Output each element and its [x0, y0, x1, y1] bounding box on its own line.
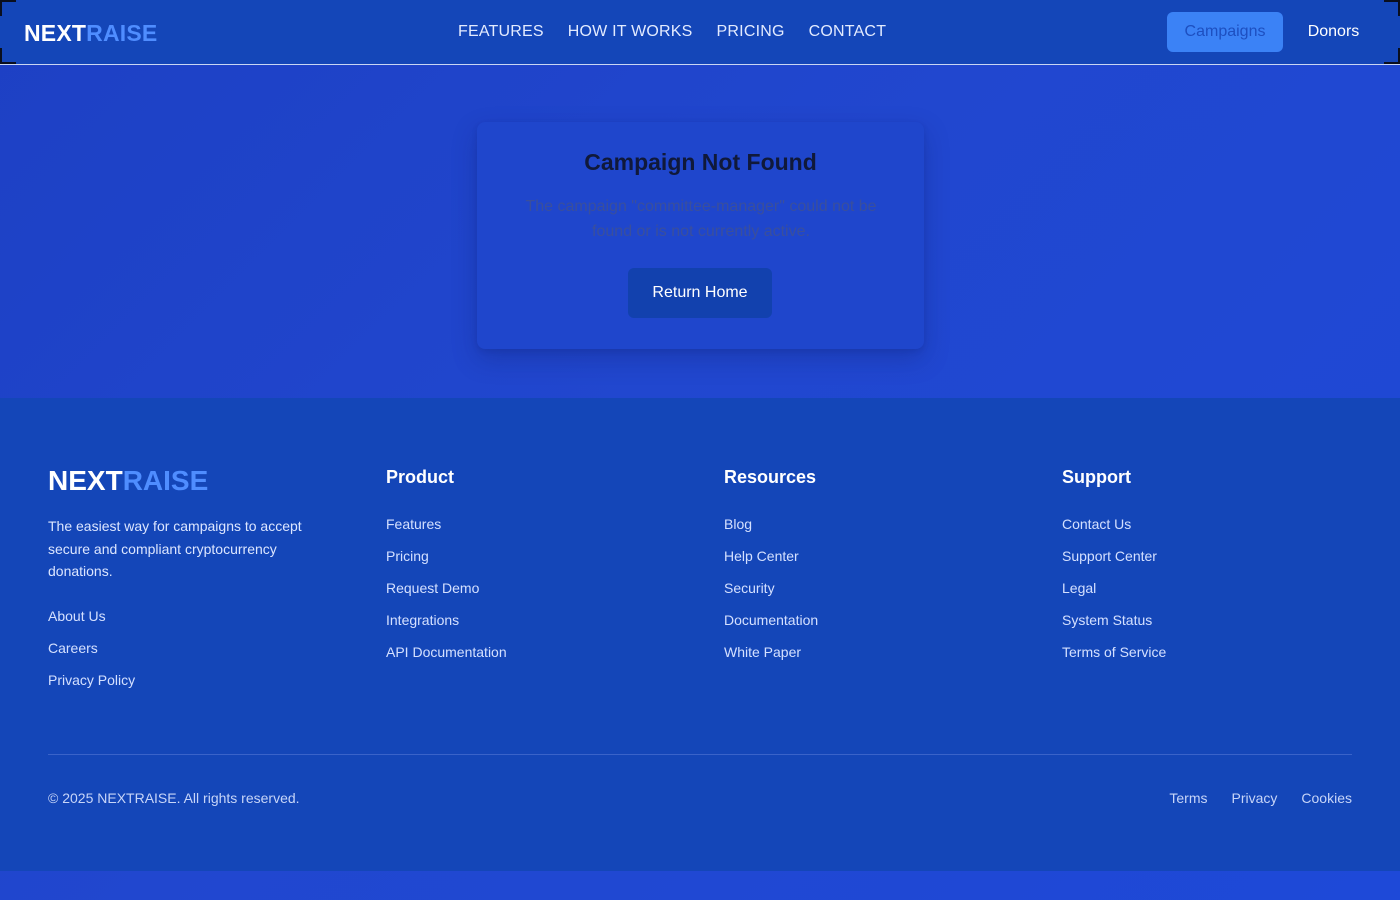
footer-link-contact-us[interactable]: Contact Us: [1062, 514, 1166, 546]
nav-features[interactable]: FEATURES: [458, 21, 544, 43]
footer-col-support: Contact Us Support Center Legal System S…: [1062, 514, 1166, 674]
footer-legal-links: Terms Privacy Cookies: [1169, 788, 1352, 808]
footer-link-privacy-policy[interactable]: Privacy Policy: [48, 670, 135, 702]
footer-link-legal[interactable]: Legal: [1062, 578, 1166, 610]
top-navbar: NEXTRAISE FEATURES HOW IT WORKS PRICING …: [0, 0, 1400, 65]
main-nav: FEATURES HOW IT WORKS PRICING CONTACT: [458, 21, 886, 43]
footer-legal-terms[interactable]: Terms: [1169, 788, 1207, 808]
footer-col-title-product: Product: [386, 467, 455, 487]
page-title: Campaign Not Found: [584, 149, 817, 175]
footer-link-request-demo[interactable]: Request Demo: [386, 578, 507, 610]
footer-col-product: Features Pricing Request Demo Integratio…: [386, 514, 507, 674]
logo-text-raise: RAISE: [86, 20, 158, 46]
footer-link-support-center[interactable]: Support Center: [1062, 546, 1166, 578]
footer-link-help-center[interactable]: Help Center: [724, 546, 818, 578]
not-found-message: The campaign "committee-manager" could n…: [525, 198, 877, 240]
logo-text-next: NEXT: [24, 20, 87, 46]
footer-legal-privacy[interactable]: Privacy: [1232, 788, 1278, 808]
footer-link-integrations[interactable]: Integrations: [386, 610, 507, 642]
corner-marker: [0, 48, 16, 64]
not-found-card: Campaign Not Found The campaign "committ…: [477, 122, 924, 349]
footer-link-terms-of-service[interactable]: Terms of Service: [1062, 642, 1166, 674]
footer-link-blog[interactable]: Blog: [724, 514, 818, 546]
footer-legal-cookies[interactable]: Cookies: [1301, 788, 1352, 808]
footer-link-documentation[interactable]: Documentation: [724, 610, 818, 642]
footer-link-security[interactable]: Security: [724, 578, 818, 610]
nav-how-it-works[interactable]: HOW IT WORKS: [568, 21, 693, 43]
footer-description: The easiest way for campaigns to accept …: [48, 518, 302, 579]
footer-company-links: About Us Careers Privacy Policy: [48, 606, 135, 702]
footer-col-resources: Blog Help Center Security Documentation …: [724, 514, 818, 674]
footer-link-careers[interactable]: Careers: [48, 638, 135, 670]
site-footer: NEXTRAISE The easiest way for campaigns …: [0, 398, 1400, 871]
donors-button[interactable]: Donors: [1297, 12, 1370, 52]
footer-link-features[interactable]: Features: [386, 514, 507, 546]
footer-logo[interactable]: NEXTRAISE: [48, 464, 208, 498]
campaigns-button[interactable]: Campaigns: [1167, 12, 1283, 52]
brand-logo[interactable]: NEXTRAISE: [24, 19, 157, 47]
footer-divider: [48, 754, 1352, 755]
nav-pricing[interactable]: PRICING: [717, 21, 785, 43]
footer-col-title-support: Support: [1062, 467, 1131, 487]
footer-link-about-us[interactable]: About Us: [48, 606, 135, 638]
footer-link-white-paper[interactable]: White Paper: [724, 642, 818, 674]
nav-contact[interactable]: CONTACT: [809, 21, 887, 43]
copyright-text: © 2025 NEXTRAISE. All rights reserved.: [48, 790, 300, 806]
footer-col-title-resources: Resources: [724, 467, 817, 487]
footer-logo-next: NEXT: [48, 465, 123, 496]
footer-link-pricing[interactable]: Pricing: [386, 546, 507, 578]
corner-marker: [1384, 48, 1400, 64]
footer-link-system-status[interactable]: System Status: [1062, 610, 1166, 642]
footer-logo-raise: RAISE: [122, 465, 209, 496]
corner-marker: [1384, 0, 1400, 16]
footer-link-api-documentation[interactable]: API Documentation: [386, 642, 507, 674]
return-home-button[interactable]: Return Home: [628, 268, 772, 318]
corner-marker: [0, 0, 16, 16]
